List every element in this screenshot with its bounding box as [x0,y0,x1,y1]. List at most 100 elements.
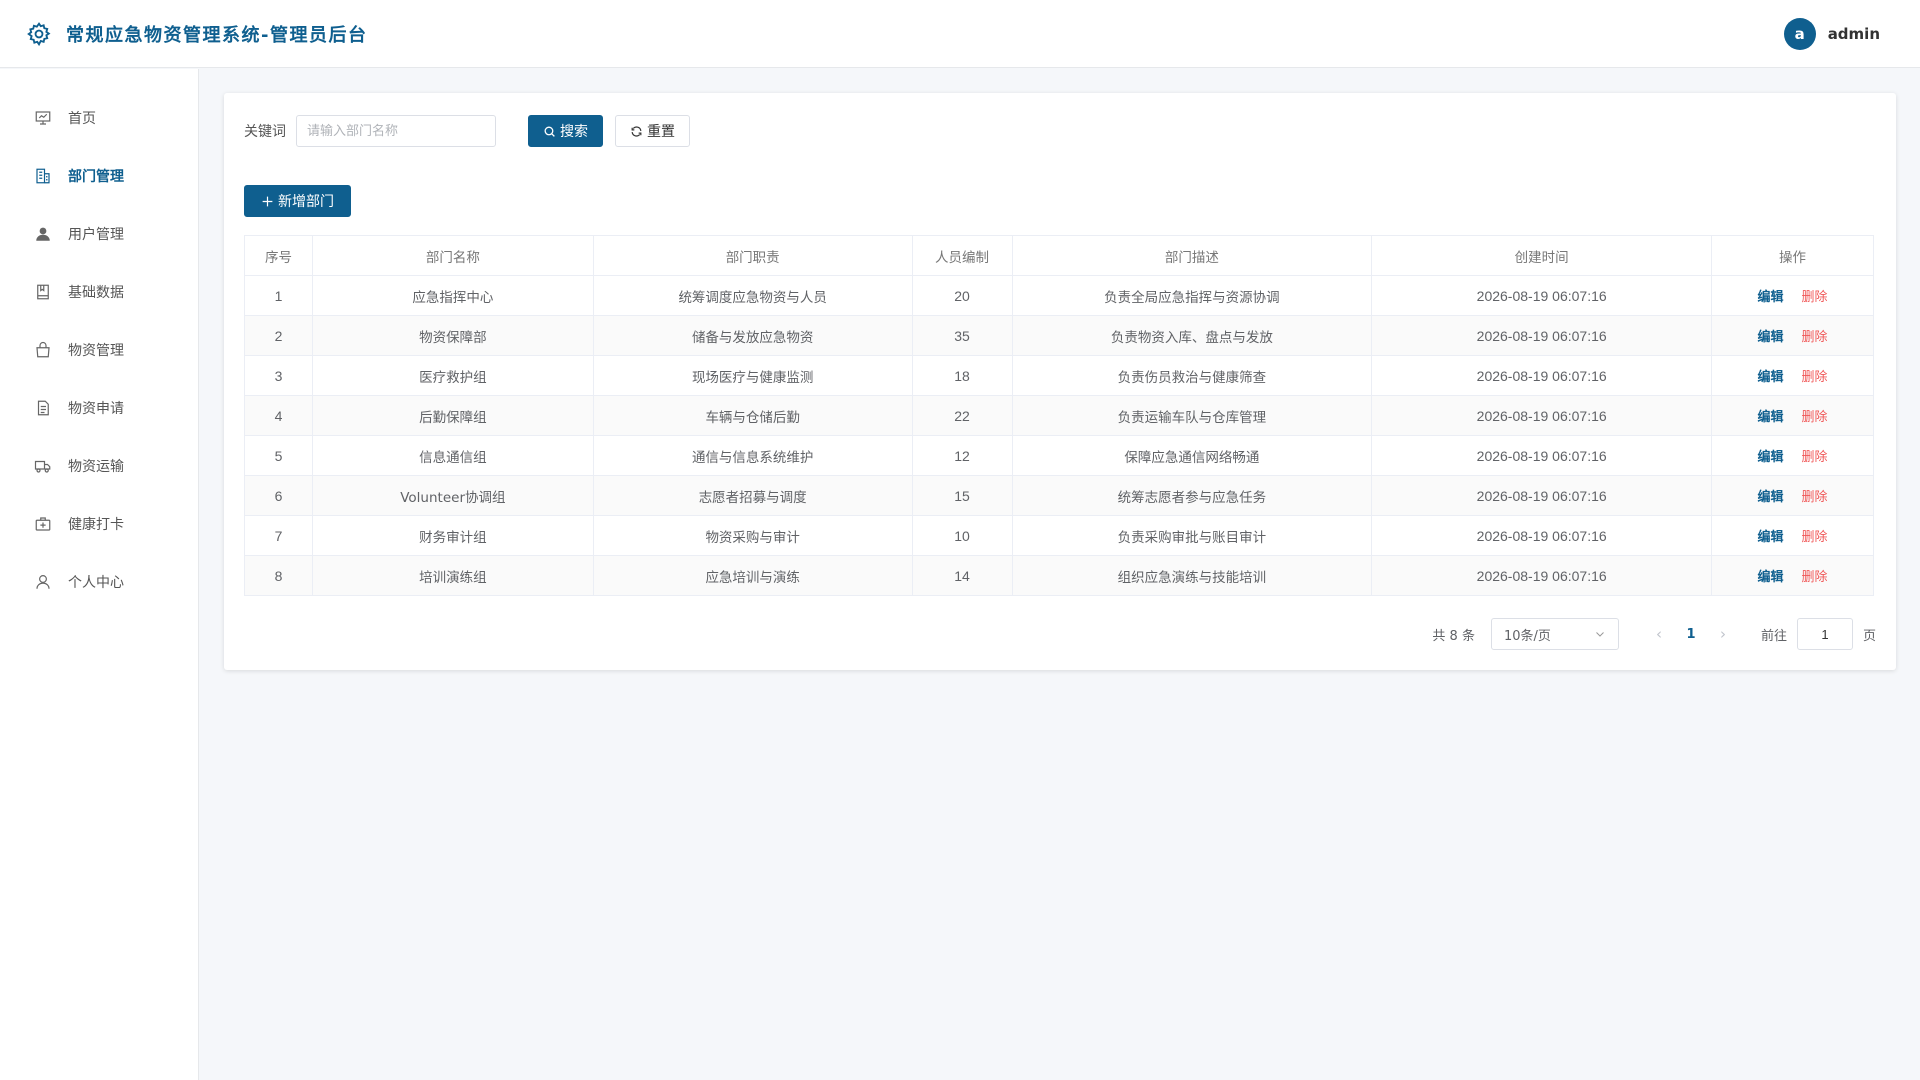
user-name[interactable]: admin [1828,25,1880,43]
sidebar-item-transport[interactable]: 物资运输 [0,437,198,495]
table-cell: 3 [244,355,313,396]
table-row: 1 应急指挥中心 统筹调度应急物资与人员 20 负责全局应急指挥与资源协调 2026-08… [244,275,1874,316]
table-row: 8 培训演练组 应急培训与演练 14 组织应急演练与技能培训 2026-08-19 06:… [244,555,1874,596]
delete-button[interactable]: 删除 [1802,330,1828,345]
user-icon [36,227,50,241]
app-title: 常规应急物资管理系统-管理员后台 [66,24,368,46]
edit-button[interactable]: 编辑 [1758,450,1784,465]
table-row: 2 物资保障部 储备与发放应急物资 35 负责物资入库、盘点与发放 2026-08-19 … [244,315,1874,356]
column-header: 序号 [244,235,313,276]
sidebar-item-label: 物资管理 [68,343,124,359]
document-icon [37,400,49,416]
table-cell: 5 [244,435,313,476]
page-size-select[interactable]: 10条/页 [1490,618,1619,650]
table-row: 6 Volunteer协调组 志愿者招募与调度 15 统筹志愿者参与应急任务 2026-0… [244,475,1874,516]
table-cell: 15 [911,475,1013,516]
table-cell: 统筹志愿者参与应急任务 [1011,475,1373,516]
goto-page-input[interactable] [1796,618,1853,650]
reset-button[interactable]: 重置 [615,115,690,147]
table-cell: 统筹调度应急物资与人员 [592,275,913,316]
keyword-input[interactable] [296,115,496,147]
edit-button[interactable]: 编辑 [1758,530,1784,545]
table-cell: 2026-08-19 06:07:16 [1371,475,1713,516]
column-header: 人员编制 [911,235,1013,276]
actions-cell: 编辑 删除 [1711,395,1874,436]
search-icon [544,126,555,137]
edit-button[interactable]: 编辑 [1758,570,1784,585]
sidebar-item-label: 物资运输 [68,459,124,475]
table-cell: 储备与发放应急物资 [592,315,913,356]
actions-cell: 编辑 删除 [1711,475,1874,516]
column-header: 部门描述 [1011,235,1373,276]
table-cell: 应急指挥中心 [311,275,594,316]
actions-cell: 编辑 删除 [1711,555,1874,596]
delete-button[interactable]: 删除 [1802,370,1828,385]
edit-button[interactable]: 编辑 [1758,330,1784,345]
table-cell: 负责物资入库、盘点与发放 [1011,315,1373,356]
edit-button[interactable]: 编辑 [1758,370,1784,385]
next-page-button[interactable]: › [1707,625,1739,643]
table-cell: Volunteer协调组 [311,475,594,516]
table-cell: 财务审计组 [311,515,594,556]
table-cell: 8 [244,555,313,596]
column-header: 操作 [1711,235,1874,276]
sidebar-item-users[interactable]: 用户管理 [0,205,198,263]
actions-cell: 编辑 删除 [1711,435,1874,476]
table-cell: 组织应急演练与技能培训 [1011,555,1373,596]
sidebar-item-departments[interactable]: 部门管理 [0,147,198,205]
book-icon [37,284,49,300]
table-cell: 2026-08-19 06:07:16 [1371,275,1713,316]
sidebar-item-materials[interactable]: 物资管理 [0,321,198,379]
table-cell: 2 [244,315,313,356]
delete-button[interactable]: 删除 [1802,450,1828,465]
delete-button[interactable]: 删除 [1802,530,1828,545]
table-row: 7 财务审计组 物资采购与审计 10 负责采购审批与账目审计 2026-08-19 06:… [244,515,1874,556]
refresh-icon [631,125,642,137]
goto-unit: 页 [1862,628,1876,644]
sidebar-item-health-checkin[interactable]: 健康打卡 [0,495,198,553]
sidebar-item-label: 个人中心 [68,575,124,591]
table-cell: 保障应急通信网络畅通 [1011,435,1373,476]
sidebar-item-home[interactable]: 首页 [0,89,198,147]
actions-cell: 编辑 删除 [1711,355,1874,396]
delete-button[interactable]: 删除 [1802,490,1828,505]
table-cell: 2026-08-19 06:07:16 [1371,315,1713,356]
table-cell: 10 [911,515,1013,556]
delete-button[interactable]: 删除 [1802,570,1828,585]
bag-icon [36,341,50,358]
table-cell: 2026-08-19 06:07:16 [1371,515,1713,556]
prev-page-button[interactable]: ‹ [1643,625,1675,643]
gear-icon [27,21,51,46]
table-cell: 医疗救护组 [311,355,594,396]
delete-button[interactable]: 删除 [1802,290,1828,305]
user-menu[interactable]: a admin [1783,17,1880,50]
table-cell: 35 [911,315,1013,356]
sidebar-item-label: 基础数据 [68,285,124,301]
delete-button[interactable]: 删除 [1802,410,1828,425]
sidebar-item-base-data[interactable]: 基础数据 [0,263,198,321]
table-body: 1 应急指挥中心 统筹调度应急物资与人员 20 负责全局应急指挥与资源协调 2026-08… [244,275,1874,596]
page-number[interactable]: 1 [1675,627,1707,642]
sidebar-item-label: 物资申请 [68,401,124,417]
edit-button[interactable]: 编辑 [1758,290,1784,305]
sidebar-item-profile[interactable]: 个人中心 [0,553,198,611]
pagination: 共 8 条 10条/页 ‹ 1 › 前往 页 [1432,618,1876,650]
edit-button[interactable]: 编辑 [1758,410,1784,425]
avatar[interactable]: a [1783,17,1816,50]
column-header: 创建时间 [1371,235,1713,276]
table-cell: 2026-08-19 06:07:16 [1371,435,1713,476]
edit-button[interactable]: 编辑 [1758,490,1784,505]
table-row: 4 后勤保障组 车辆与仓储后勤 22 负责运输车队与仓库管理 2026-08-19 06:… [244,395,1874,436]
table-cell: 2026-08-19 06:07:16 [1371,355,1713,396]
sidebar-item-requests[interactable]: 物资申请 [0,379,198,437]
add-department-button[interactable]: 新增部门 [244,185,351,217]
table-cell: 负责伤员救治与健康筛查 [1011,355,1373,396]
sidebar-item-label: 首页 [68,111,96,127]
keyword-label: 关键词 [244,124,286,140]
presentation-icon [35,111,51,125]
actions-cell: 编辑 删除 [1711,315,1874,356]
actions-cell: 编辑 删除 [1711,275,1874,316]
table-cell: 现场医疗与健康监测 [592,355,913,396]
search-button[interactable]: 搜索 [528,115,603,147]
person-icon [36,575,50,589]
